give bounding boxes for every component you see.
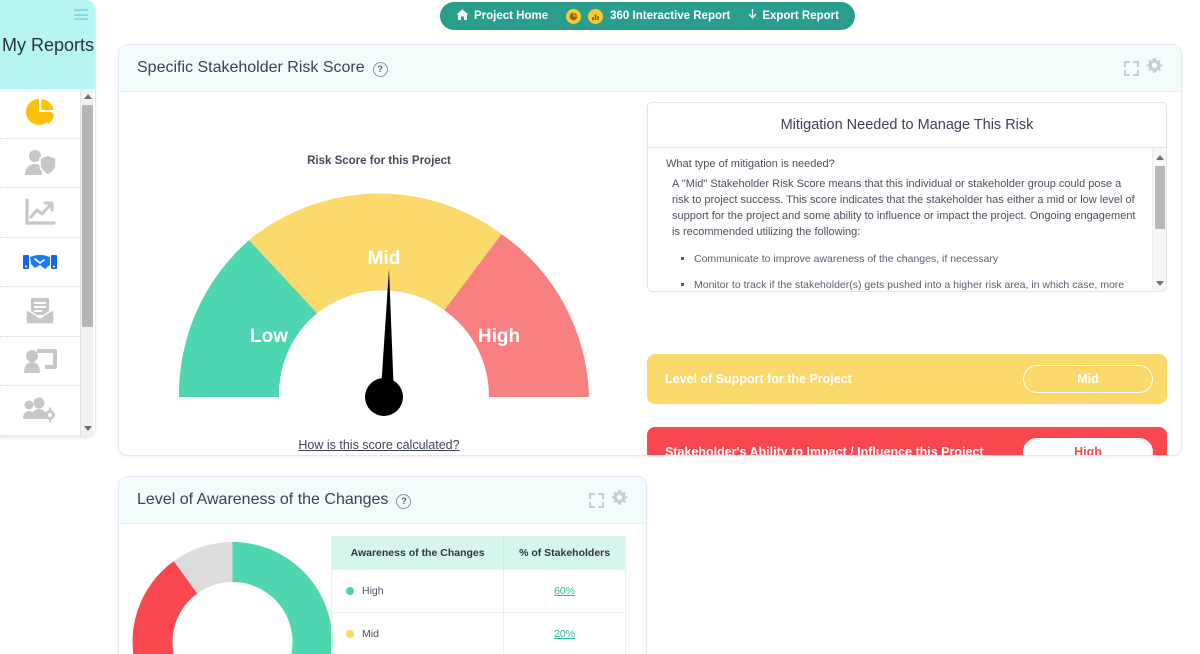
sidebar-item-users-gear[interactable]	[0, 386, 80, 436]
awareness-table: Awareness of the Changes % of Stakeholde…	[331, 536, 626, 654]
interactive-report-label: 360 Interactive Report	[610, 10, 731, 22]
sidebar-header: My Reports	[0, 0, 95, 89]
table-header-row: Awareness of the Changes % of Stakeholde…	[331, 536, 626, 570]
expand-icon[interactable]	[1124, 60, 1139, 76]
gear-icon[interactable]	[1146, 57, 1163, 79]
home-icon	[456, 9, 469, 24]
scroll-up-arrow-icon[interactable]	[1153, 150, 1166, 164]
awareness-level-label: Mid	[362, 628, 379, 640]
gauge-label-high: High	[478, 326, 520, 347]
hamburger-icon[interactable]	[74, 9, 88, 20]
sidebar-scrollbar[interactable]	[80, 89, 93, 436]
awareness-level-cell: Mid	[331, 612, 505, 654]
list-item: Communicate to improve awareness of the …	[694, 251, 1140, 267]
sidebar-scrollbar-thumb[interactable]	[82, 105, 93, 327]
risk-panel-tools	[1124, 57, 1163, 79]
specific-stakeholder-risk-score-panel: Specific Stakeholder Risk Score ? Risk S…	[118, 44, 1182, 456]
question-mark-icon[interactable]: ?	[372, 61, 388, 77]
risk-gauge-chart: Risk Score for this Project Low Mid High…	[119, 92, 639, 455]
user-shield-icon	[23, 148, 57, 178]
project-home-link[interactable]: Project Home	[456, 9, 548, 24]
awareness-level-cell: High	[331, 569, 505, 613]
awareness-panel-tools	[589, 489, 628, 511]
score-explanation-link[interactable]: How is this score calculated?	[119, 438, 639, 452]
download-arrow-icon	[748, 7, 757, 24]
gauge-label-low: Low	[250, 326, 288, 347]
export-report-label: Export Report	[762, 10, 839, 22]
sidebar-item-pie-chart[interactable]	[0, 89, 80, 139]
level-of-support-value[interactable]: Mid	[1023, 365, 1153, 393]
scroll-down-arrow-icon[interactable]	[81, 422, 94, 435]
export-report-link[interactable]: Export Report	[748, 7, 839, 24]
ability-to-impact-label: Stakeholder's Ability to Impact / Influe…	[665, 445, 984, 456]
gauge-caption: Risk Score for this Project	[307, 155, 451, 167]
ability-to-impact-value[interactable]: High	[1023, 438, 1153, 455]
mitigation-paragraph: A "Mid" Stakeholder Risk Score means tha…	[672, 178, 1136, 238]
sidebar-item-handshake[interactable]	[0, 238, 80, 287]
risk-panel-title: Specific Stakeholder Risk Score	[137, 59, 365, 76]
column-header-percent: % of Stakeholders	[503, 536, 626, 570]
interactive-report-link[interactable]: 360 Interactive Report	[610, 10, 730, 22]
sidebar-item-envelope[interactable]	[0, 287, 80, 337]
risk-panel-header: Specific Stakeholder Risk Score ?	[119, 45, 1181, 92]
list-item: Monitor to track if the stakeholder(s) g…	[694, 277, 1140, 291]
mitigation-heading: Mitigation Needed to Manage This Risk	[648, 103, 1166, 148]
scroll-down-arrow-icon[interactable]	[1153, 276, 1166, 290]
project-home-label: Project Home	[474, 10, 549, 22]
application-root: My Reports Project Home 360 Interactive …	[0, 0, 1200, 654]
ability-to-impact-bar: Stakeholder's Ability to Impact / Influe…	[647, 427, 1167, 456]
sidebar-item-line-chart[interactable]	[0, 188, 80, 238]
column-header-awareness: Awareness of the Changes	[331, 536, 505, 570]
envelope-open-icon	[24, 296, 56, 326]
legend-dot-mid	[346, 630, 354, 639]
level-of-support-bar: Level of Support for the Project Mid	[647, 354, 1167, 404]
mitigation-scrollbar-thumb[interactable]	[1155, 166, 1165, 229]
pie-chart-icon	[23, 96, 57, 130]
level-of-awareness-panel: Level of Awareness of the Changes ? Awar…	[118, 476, 647, 654]
mitigation-card: Mitigation Needed to Manage This Risk Wh…	[647, 102, 1167, 292]
scroll-up-arrow-icon[interactable]	[81, 90, 94, 103]
percent-link[interactable]: 60%	[554, 585, 575, 597]
mitigation-bullet-list: Communicate to improve awareness of the …	[694, 251, 1140, 291]
awareness-level-label: High	[362, 585, 384, 597]
bar-chart-badge-icon[interactable]	[588, 8, 604, 24]
gauge-label-mid: Mid	[368, 248, 401, 269]
users-gear-icon	[22, 397, 58, 423]
percent-link[interactable]: 20%	[554, 628, 575, 640]
percent-cell: 20%	[503, 612, 626, 654]
expand-icon[interactable]	[589, 492, 604, 508]
gauge-svg: Low Mid High	[179, 193, 589, 416]
awareness-donut-chart	[125, 529, 340, 654]
line-chart-icon	[24, 198, 56, 226]
sidebar-nav-list	[0, 89, 95, 436]
sidebar: My Reports	[0, 0, 96, 437]
awareness-panel-title: Level of Awareness of the Changes	[137, 491, 389, 508]
top-navigation-bar: Project Home 360 Interactive Report Expo…	[440, 2, 855, 30]
gauge-needle-hub	[365, 378, 403, 416]
table-row: High 60%	[331, 569, 626, 613]
mitigation-question: What type of mitigation is needed?	[666, 158, 835, 170]
pie-chart-badge-icon[interactable]	[566, 8, 582, 24]
level-of-support-label: Level of Support for the Project	[665, 372, 852, 386]
gear-icon[interactable]	[611, 489, 628, 511]
awareness-panel-header: Level of Awareness of the Changes ?	[119, 477, 646, 524]
legend-dot-high	[346, 587, 354, 596]
mitigation-scrollbar[interactable]	[1152, 148, 1166, 291]
sidebar-title: My Reports	[1, 34, 95, 55]
sidebar-item-user-shield[interactable]	[0, 139, 80, 188]
handshake-icon	[22, 249, 58, 275]
table-row: Mid 20%	[331, 612, 626, 654]
sidebar-item-presentation[interactable]	[0, 337, 80, 386]
question-mark-icon[interactable]: ?	[396, 493, 412, 509]
user-presentation-icon	[23, 347, 57, 375]
mitigation-body: What type of mitigation is needed? A "Mi…	[648, 148, 1166, 291]
donut-svg	[132, 542, 333, 654]
percent-cell: 60%	[503, 569, 626, 613]
